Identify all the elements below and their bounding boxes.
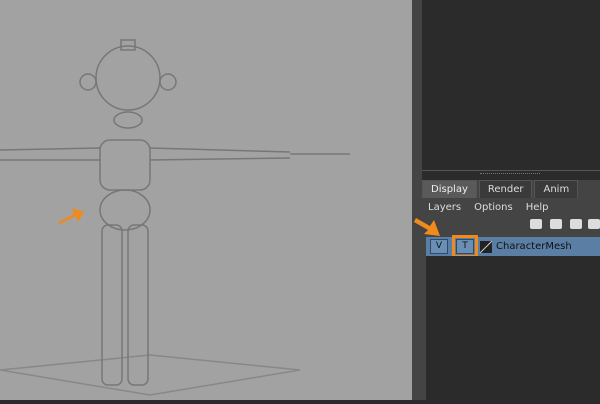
ground-grid xyxy=(0,354,301,396)
arrow-indicator-icon xyxy=(58,208,84,224)
menu-help[interactable]: Help xyxy=(526,202,549,213)
layer-name[interactable]: CharacterMesh xyxy=(496,241,572,252)
template-toggle[interactable]: T xyxy=(452,235,478,258)
layer-editor: Display Render Anim Layers Options Help … xyxy=(420,180,600,400)
layer-row-charactermesh[interactable]: V T CharacterMesh xyxy=(426,235,600,258)
create-layer-selected-icon[interactable] xyxy=(588,219,600,229)
tab-display[interactable]: Display xyxy=(422,180,477,198)
create-layer-icon[interactable] xyxy=(570,219,582,229)
visibility-toggle[interactable]: V xyxy=(430,239,448,254)
new-layer-selected-icon[interactable] xyxy=(550,219,562,229)
channel-box-panel xyxy=(422,0,600,171)
color-swatch-icon[interactable] xyxy=(480,240,492,253)
menu-options[interactable]: Options xyxy=(474,202,513,213)
layer-list-empty xyxy=(426,256,600,400)
tab-anim[interactable]: Anim xyxy=(534,180,579,198)
character-wireframe xyxy=(0,39,350,396)
menu-layers[interactable]: Layers xyxy=(428,202,461,213)
arrow-indicator-icon xyxy=(414,218,440,236)
resize-grip[interactable] xyxy=(480,173,540,177)
3d-viewport[interactable] xyxy=(0,0,412,400)
tab-render[interactable]: Render xyxy=(478,180,533,198)
new-layer-icon[interactable] xyxy=(530,219,542,229)
